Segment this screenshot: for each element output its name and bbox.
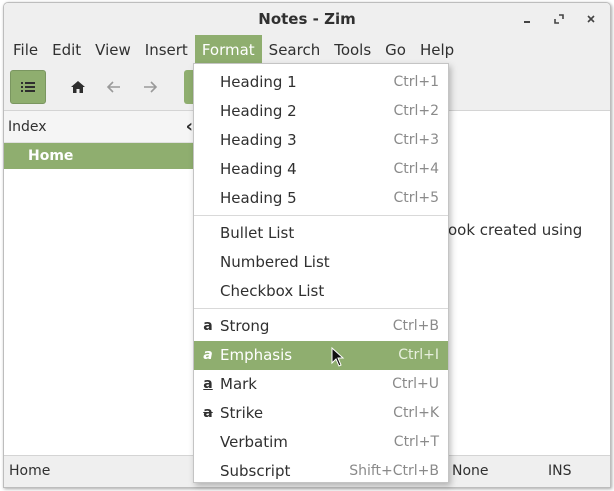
list-icon [21,82,35,92]
back-button[interactable] [96,70,132,104]
menu-help[interactable]: Help [413,35,461,65]
menu-item-subscript[interactable]: Subscript Shift+Ctrl+B [194,457,448,482]
menu-item-shortcut: Ctrl+4 [393,161,439,177]
menu-item-shortcut: Ctrl+B [392,318,439,334]
menu-item-label: Heading 2 [220,102,297,120]
menu-item-strike[interactable]: a Strike Ctrl+K [194,399,448,428]
menu-item-heading-4[interactable]: Heading 4 Ctrl+4 [194,155,448,184]
menu-separator [194,215,448,216]
index-header: Index ‹ [4,111,193,143]
menu-item-shortcut: Ctrl+T [393,434,439,450]
menu-item-shortcut: Shift+Ctrl+B [349,463,439,479]
format-menu-dropdown: Heading 1 Ctrl+1 Heading 2 Ctrl+2 Headin… [193,63,449,483]
status-style[interactable]: None [452,456,489,486]
menu-item-label: Mark [220,375,257,393]
menu-item-label: Verbatim [220,433,288,451]
status-insert-mode: INS [548,463,572,479]
menu-item-strong[interactable]: a Strong Ctrl+B [194,312,448,341]
minimize-button[interactable] [518,10,536,28]
index-title: Index [8,119,47,135]
forward-button[interactable] [132,70,168,104]
mark-icon: a [203,376,213,392]
index-pane: Index ‹ Home [4,111,194,455]
back-arrow-icon [106,81,120,93]
home-button[interactable] [60,70,96,104]
menu-item-label: Checkbox List [220,282,325,300]
menu-edit[interactable]: Edit [45,35,88,65]
status-page: Home [9,463,51,479]
menu-item-shortcut: Ctrl+3 [393,132,439,148]
menu-view[interactable]: View [88,35,138,65]
menu-item-shortcut: Ctrl+I [398,347,439,363]
menu-search[interactable]: Search [262,35,328,65]
maximize-button[interactable] [550,10,568,28]
menu-item-heading-2[interactable]: Heading 2 Ctrl+2 [194,97,448,126]
editor-text: ook created using [448,221,583,239]
menu-item-numbered-list[interactable]: Numbered List [194,248,448,277]
home-icon [71,81,85,93]
window-title: Notes - Zim [258,10,356,28]
menu-item-label: Numbered List [220,253,330,271]
menu-item-label: Heading 4 [220,160,297,178]
close-button[interactable] [582,10,600,28]
menu-item-label: Heading 5 [220,189,297,207]
menu-tools[interactable]: Tools [327,35,378,65]
menu-item-label: Strike [220,404,264,422]
menu-item-mark[interactable]: a Mark Ctrl+U [194,370,448,399]
emphasis-icon: a [203,347,213,363]
menu-format[interactable]: Format [194,35,262,65]
menu-item-shortcut: Ctrl+K [393,405,439,421]
menu-item-label: Heading 3 [220,131,297,149]
forward-arrow-icon [144,81,158,93]
menu-item-emphasis[interactable]: a Emphasis Ctrl+I [194,341,448,370]
menu-item-label: Heading 1 [220,73,297,91]
minimize-icon [524,21,530,23]
menu-file[interactable]: File [6,35,45,65]
menu-item-checkbox-list[interactable]: Checkbox List [194,277,448,306]
menu-item-heading-1[interactable]: Heading 1 Ctrl+1 [194,68,448,97]
menu-item-shortcut: Ctrl+U [392,376,439,392]
strong-icon: a [203,318,213,334]
menu-item-shortcut: Ctrl+2 [393,103,439,119]
menu-separator [194,308,448,309]
close-icon [587,15,595,23]
menu-bar: File Edit View Insert Format Search Tool… [4,35,610,65]
menu-item-label: Strong [220,317,270,335]
index-page-home[interactable]: Home [4,143,193,169]
maximize-icon [554,14,564,24]
menu-go[interactable]: Go [378,35,413,65]
menu-item-label: Bullet List [220,224,295,242]
collapse-pane-icon[interactable]: ‹ [186,111,193,143]
menu-item-shortcut: Ctrl+5 [393,190,439,206]
menu-item-bullet-list[interactable]: Bullet List [194,219,448,248]
mouse-pointer-icon [331,347,345,367]
menu-item-heading-5[interactable]: Heading 5 Ctrl+5 [194,184,448,213]
menu-insert[interactable]: Insert [138,35,195,65]
title-bar: Notes - Zim [4,3,610,35]
menu-item-label: Subscript [220,462,291,480]
strike-icon: a [203,405,213,421]
window-controls [518,3,600,35]
toggle-index-button[interactable] [10,70,46,104]
menu-item-heading-3[interactable]: Heading 3 Ctrl+3 [194,126,448,155]
menu-item-shortcut: Ctrl+1 [393,74,439,90]
menu-item-label: Emphasis [220,346,293,364]
menu-item-verbatim[interactable]: Verbatim Ctrl+T [194,428,448,457]
